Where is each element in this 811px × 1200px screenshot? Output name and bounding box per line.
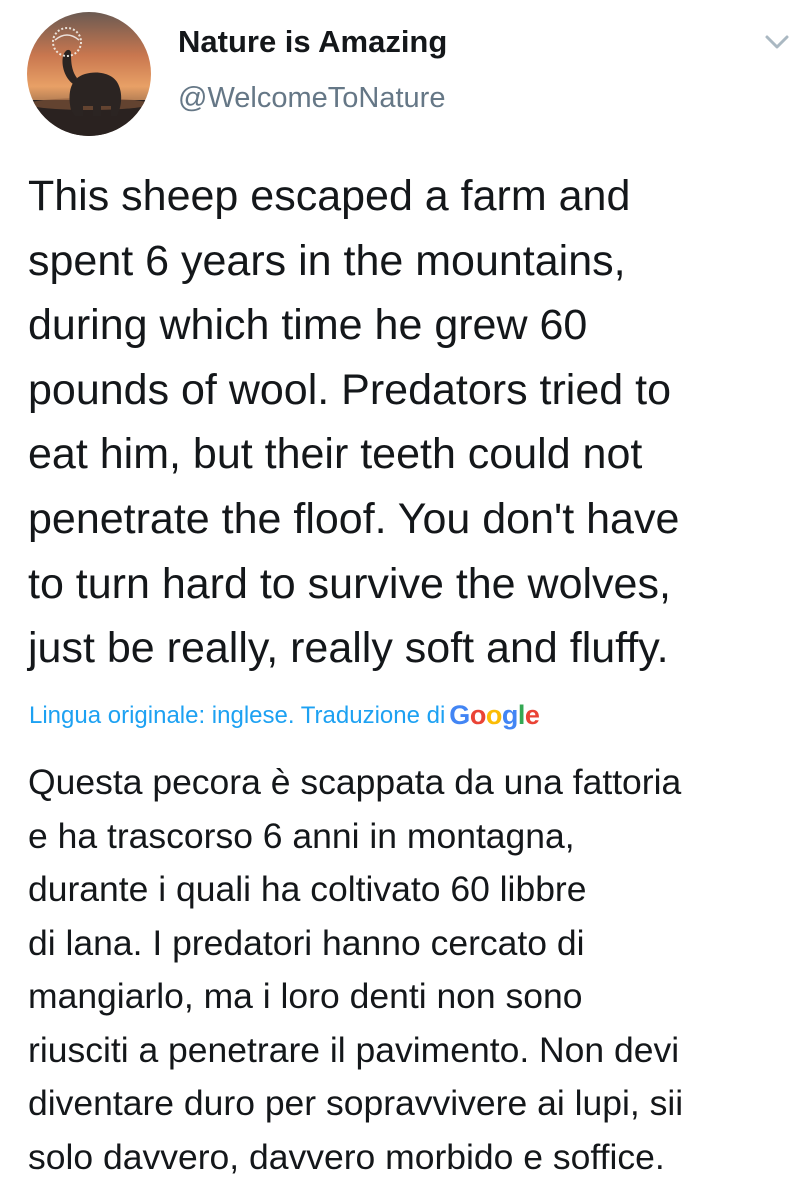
tweet-text: This sheep escaped a farm and spent 6 ye… bbox=[28, 164, 798, 681]
tweet-line: pounds of wool. Predators tried to bbox=[28, 365, 671, 414]
translation-note-text: Lingua originale: inglese. Traduzione di bbox=[29, 702, 446, 729]
elephant-sunset-avatar bbox=[27, 12, 151, 136]
translated-line: durante i quali ha coltivato 60 libbre bbox=[28, 869, 587, 909]
tweet-line: This sheep escaped a farm and bbox=[28, 172, 631, 220]
translated-line: riusciti a penetrare il pavimento. Non d… bbox=[28, 1029, 680, 1070]
translation-attribution[interactable]: Lingua originale: inglese. Traduzione di… bbox=[29, 697, 540, 734]
display-name[interactable]: Nature is Amazing bbox=[178, 24, 447, 60]
tweet-line: to turn hard to survive the wolves, bbox=[28, 559, 671, 608]
tweet-line: during which time he grew 60 bbox=[28, 301, 588, 350]
tweet-line: just be really, really soft and fluffy. bbox=[28, 624, 669, 673]
user-handle[interactable]: @WelcomeToNature bbox=[178, 82, 445, 115]
tweet-header: Nature is Amazing @WelcomeToNature bbox=[0, 0, 811, 150]
translated-line: di lana. I predatori hanno cercato di bbox=[28, 922, 585, 963]
google-logo: Google bbox=[449, 700, 540, 730]
translated-line: mangiarlo, ma i loro denti non sono bbox=[28, 976, 583, 1016]
translated-line: diventare duro per sopravvivere ai lupi,… bbox=[28, 1083, 684, 1123]
translated-line: Questa pecora è scappata da una fattoria bbox=[28, 762, 682, 802]
translated-line: solo davvero, davvero morbido e soffice. bbox=[28, 1136, 665, 1177]
tweet-line: penetrate the floof. You don't have bbox=[28, 494, 680, 543]
chevron-down-icon[interactable] bbox=[760, 28, 794, 56]
tweet-line: spent 6 years in the mountains, bbox=[28, 236, 626, 285]
translated-line: e ha trascorso 6 anni in montagna, bbox=[28, 815, 575, 856]
avatar[interactable] bbox=[27, 12, 151, 136]
tweet-line: eat him, but their teeth could not bbox=[28, 430, 643, 479]
translated-tweet-text: Questa pecora è scappata da una fattoria… bbox=[28, 756, 798, 1184]
